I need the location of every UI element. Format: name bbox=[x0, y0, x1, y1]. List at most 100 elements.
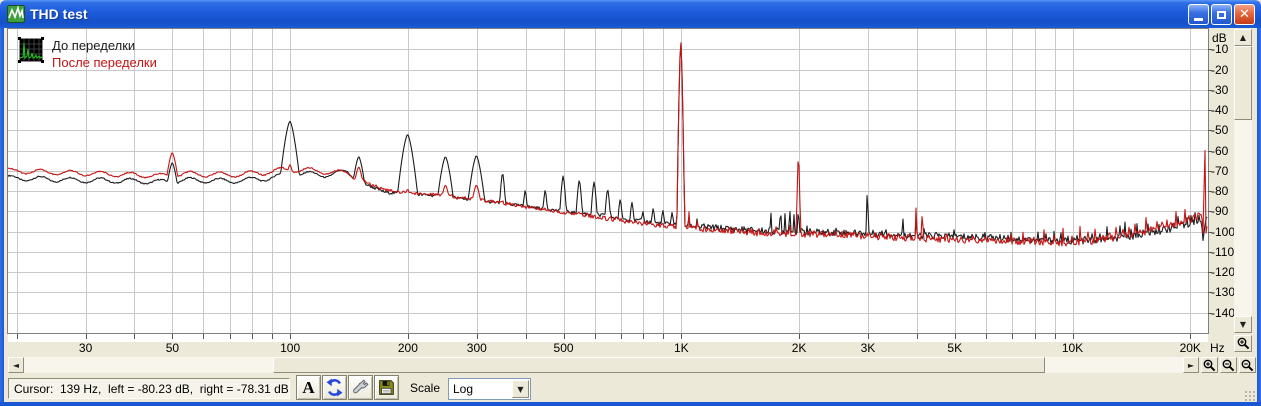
refresh-button[interactable] bbox=[322, 375, 347, 400]
wrench-icon bbox=[351, 378, 370, 397]
y-axis-tick bbox=[1208, 90, 1212, 91]
minimize-button[interactable] bbox=[1188, 4, 1209, 25]
x-axis-tick bbox=[1012, 334, 1013, 339]
x-axis-unit-label: Hz bbox=[1210, 341, 1225, 355]
x-axis-tick bbox=[1035, 334, 1036, 339]
font-a-icon: A bbox=[302, 378, 314, 398]
y-axis-tick bbox=[1208, 49, 1212, 50]
scale-dropdown-button[interactable]: ▼ bbox=[512, 380, 529, 398]
x-axis-tick bbox=[917, 334, 918, 339]
x-axis-tick bbox=[986, 334, 987, 339]
x-axis-tick bbox=[290, 334, 291, 339]
trace-after bbox=[8, 43, 1207, 246]
x-axis-tick bbox=[1190, 334, 1191, 339]
window-border-right bbox=[1257, 28, 1261, 402]
hscroll-left-button[interactable]: ◄ bbox=[8, 357, 24, 373]
zoom-in-vertical-button[interactable] bbox=[1234, 335, 1252, 352]
save-button[interactable] bbox=[374, 375, 399, 400]
y-axis-tick bbox=[1208, 191, 1212, 192]
zoom-in-horizontal-button[interactable] bbox=[1201, 357, 1218, 373]
chevron-down-icon: ▼ bbox=[517, 385, 523, 394]
floppy-disk-icon bbox=[377, 378, 396, 397]
arrow-right-icon: ► bbox=[1188, 361, 1194, 370]
arrow-down-icon: ▼ bbox=[1240, 320, 1246, 329]
scale-combobox[interactable]: Log ▼ bbox=[448, 378, 531, 400]
x-axis-tick bbox=[230, 334, 231, 339]
x-axis-label: 50 bbox=[166, 341, 179, 355]
font-button[interactable]: A bbox=[296, 375, 321, 400]
x-axis-tick bbox=[1073, 334, 1074, 339]
y-axis-tick bbox=[1208, 292, 1212, 293]
magnifier-minus-icon bbox=[1222, 359, 1235, 372]
cursor-status-panel: Cursor: 139 Hz, left = -80.23 dB, right … bbox=[8, 378, 290, 399]
magnifier-plus-icon bbox=[1203, 359, 1216, 372]
maximize-icon bbox=[1217, 11, 1226, 19]
close-button[interactable]: ✕ bbox=[1234, 4, 1255, 25]
spectrum-thumbnail-icon[interactable] bbox=[18, 37, 44, 63]
x-axis-tick bbox=[172, 334, 173, 339]
x-axis-label: 100 bbox=[280, 341, 300, 355]
x-axis-label: 2K bbox=[792, 341, 807, 355]
window-border-bottom bbox=[0, 402, 1261, 406]
x-axis-tick bbox=[663, 334, 664, 339]
y-axis-tick bbox=[1208, 232, 1212, 233]
x-axis-label: 20K bbox=[1180, 341, 1201, 355]
cursor-readout: Cursor: 139 Hz, left = -80.23 dB, right … bbox=[14, 382, 289, 396]
x-axis-tick bbox=[955, 334, 956, 339]
x-axis-tick bbox=[1055, 334, 1056, 339]
x-axis-tick bbox=[134, 334, 135, 339]
x-axis-label: 200 bbox=[398, 341, 418, 355]
trace-before bbox=[8, 44, 1207, 244]
y-axis-tick bbox=[1208, 110, 1212, 111]
x-axis-tickband bbox=[8, 334, 1208, 342]
x-axis-label: 30 bbox=[79, 341, 92, 355]
legend-item-before: До переделки bbox=[52, 37, 157, 54]
y-axis-tick bbox=[1208, 252, 1212, 253]
hscroll-thumb[interactable] bbox=[273, 357, 1045, 373]
arrow-left-icon: ◄ bbox=[13, 361, 19, 370]
x-axis-label: 10K bbox=[1062, 341, 1083, 355]
close-icon: ✕ bbox=[1239, 8, 1250, 21]
x-axis-tick bbox=[681, 334, 682, 339]
hscroll-right-button[interactable]: ► bbox=[1183, 357, 1199, 373]
settings-button[interactable] bbox=[348, 375, 373, 400]
vscroll-up-button[interactable]: ▲ bbox=[1234, 29, 1252, 46]
x-axis-label: 3K bbox=[861, 341, 876, 355]
vscroll-thumb[interactable] bbox=[1234, 46, 1252, 120]
resize-grip[interactable] bbox=[1244, 390, 1256, 402]
spectrum-plot[interactable]: До переделки После переделки bbox=[8, 29, 1208, 333]
x-axis-tick bbox=[799, 334, 800, 339]
x-axis-tick bbox=[86, 334, 87, 339]
x-axis-tick bbox=[564, 334, 565, 339]
title-bar[interactable]: THD test ✕ bbox=[0, 0, 1261, 28]
x-axis-tick bbox=[17, 334, 18, 339]
x-axis-tick bbox=[203, 334, 204, 339]
x-axis-tick bbox=[408, 334, 409, 339]
x-axis-tick bbox=[595, 334, 596, 339]
zoom-out-horizontal-button[interactable] bbox=[1220, 357, 1237, 373]
window-border-left bbox=[0, 28, 4, 402]
plot-legend: До переделки После переделки bbox=[18, 37, 157, 71]
maximize-button[interactable] bbox=[1211, 4, 1232, 25]
zoom-reset-horizontal-button[interactable] bbox=[1239, 357, 1256, 373]
y-axis-tick bbox=[1208, 171, 1212, 172]
y-axis-tick bbox=[1208, 272, 1212, 273]
y-axis-tick bbox=[1208, 130, 1212, 131]
legend-item-after: После переделки bbox=[52, 54, 157, 71]
x-axis-label: 500 bbox=[554, 341, 574, 355]
y-axis-tick bbox=[1208, 70, 1212, 71]
app-waveform-icon bbox=[7, 5, 25, 23]
minimize-icon bbox=[1194, 18, 1203, 21]
x-axis-label: 5K bbox=[947, 341, 962, 355]
refresh-icon bbox=[325, 378, 344, 397]
spectrum-svg bbox=[8, 29, 1208, 333]
x-axis-tick bbox=[252, 334, 253, 339]
x-axis-label: 300 bbox=[467, 341, 487, 355]
x-axis-tick bbox=[526, 334, 527, 339]
y-axis-tick bbox=[1208, 151, 1212, 152]
arrow-up-icon: ▲ bbox=[1240, 33, 1246, 42]
x-axis-tick bbox=[272, 334, 273, 339]
y-axis-unit-label: dB bbox=[1212, 31, 1227, 45]
vscroll-down-button[interactable]: ▼ bbox=[1234, 316, 1252, 333]
y-axis-tick bbox=[1208, 313, 1212, 314]
